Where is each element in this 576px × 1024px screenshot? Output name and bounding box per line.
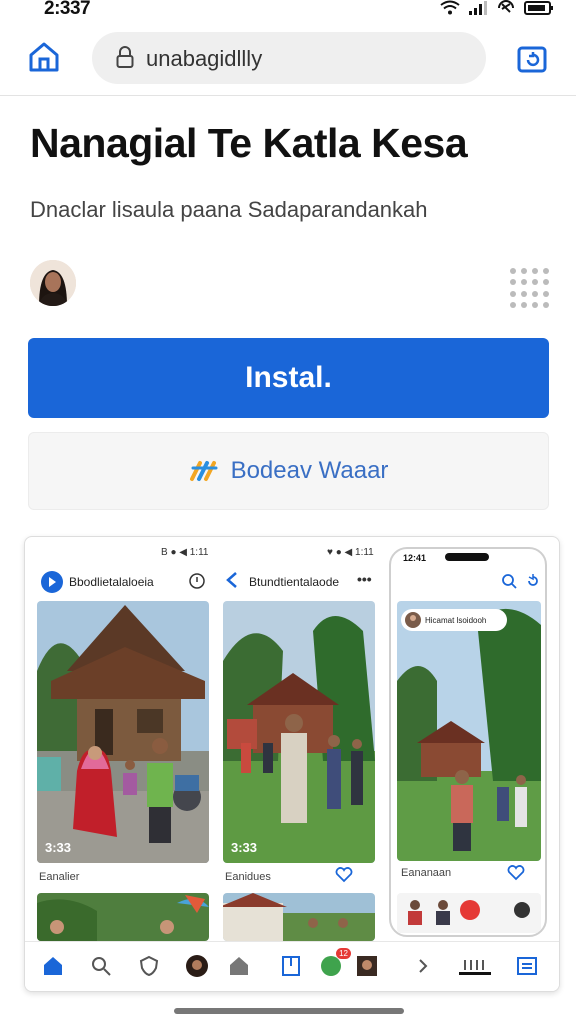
caption-3: Eananaan	[401, 867, 452, 879]
phone-bottom-bar	[397, 893, 541, 933]
status-icons	[440, 0, 554, 16]
preview-bottom-nav: 12	[25, 941, 559, 991]
info-icon[interactable]	[189, 573, 205, 589]
secondary-button-label: Bodeav Waaar	[230, 457, 389, 484]
phone-notch	[445, 553, 489, 561]
app-screenshot-preview[interactable]: B ● ◀ 1:11 Bbodlietalaloeia 3:33 Eanalie…	[24, 536, 560, 992]
home-icon[interactable]	[28, 40, 60, 74]
house-scene-image	[37, 601, 209, 863]
more-icon[interactable]: •••	[357, 571, 372, 587]
phone-shield-icon[interactable]	[513, 901, 531, 919]
refresh-icon[interactable]	[525, 573, 541, 589]
nav-home-outline-icon[interactable]	[227, 954, 251, 978]
url-text: unabagidllly	[146, 46, 263, 71]
mid-panel-title: Btundtientalaode	[249, 575, 340, 589]
more-options-icon[interactable]	[510, 268, 550, 308]
nav-home-icon[interactable]	[41, 954, 65, 978]
back-icon[interactable]	[225, 571, 239, 589]
avatar-portrait	[30, 260, 76, 306]
photo-street-scene[interactable]	[223, 893, 375, 941]
nav-contact-avatar[interactable]	[355, 954, 379, 978]
home-indicator[interactable]	[174, 1008, 404, 1014]
photo-house-scene[interactable]: 3:33	[37, 601, 209, 863]
phone-heart-icon[interactable]	[507, 865, 525, 881]
browser-toolbar: unabagidllly	[0, 22, 576, 96]
app-subtitle: Dnaclar lisaula paana Sadaparandankah	[30, 197, 428, 222]
village-scene-image	[223, 601, 375, 863]
phone-banner[interactable]: Hicamat lsoidooh	[401, 609, 507, 631]
lock-icon	[116, 46, 134, 68]
phone-photo[interactable]: Hicamat lsoidooh	[397, 601, 541, 861]
photo-village-scene[interactable]: 3:33	[223, 601, 375, 863]
phone-record-icon[interactable]	[459, 899, 481, 921]
left-panel-title: Bbodlietalaloeia	[69, 575, 154, 589]
phone-person-icon-2	[436, 900, 450, 925]
tabs-icon[interactable]	[516, 44, 548, 74]
mid-panel-status: ♥ ● ◀ 1:11	[327, 547, 374, 558]
banner-avatar-icon	[405, 612, 421, 628]
status-bar: 2:337	[0, 0, 576, 22]
address-bar[interactable]: unabagidllly	[92, 32, 486, 84]
nav-search-icon[interactable]	[89, 954, 113, 978]
heart-icon[interactable]	[335, 867, 353, 883]
street-scene-image	[223, 893, 375, 941]
phone-mockup: 12:41 Hicamat lsoidooh Eananaan	[389, 547, 547, 937]
phone-banner-text: Hicamat lsoidooh	[425, 615, 487, 625]
app-badge-icon	[41, 571, 63, 593]
battery-icon	[524, 1, 553, 15]
secondary-button[interactable]: Bodeav Waaar	[28, 432, 549, 510]
palm-scene-image	[37, 893, 209, 941]
status-time: 2:337	[44, 0, 91, 19]
nav-shield-icon[interactable]	[137, 954, 161, 978]
nav-progress-icon	[459, 960, 491, 975]
signal-icon	[469, 1, 487, 15]
app-title: Nanagial Te Katla Kesa	[30, 120, 468, 166]
nav-notifications[interactable]: 12	[319, 948, 351, 978]
phone-village-image	[397, 601, 541, 861]
caption-2: Eanidues	[225, 871, 271, 883]
wifi-icon	[440, 0, 460, 15]
nav-chevron-icon[interactable]	[411, 954, 435, 978]
developer-avatar[interactable]	[30, 260, 76, 306]
notification-badge: 12	[336, 948, 351, 959]
video-timecode-1: 3:33	[45, 840, 72, 855]
install-button[interactable]: Instal.	[28, 338, 549, 418]
search-icon[interactable]	[501, 573, 517, 589]
phone-time: 12:41	[403, 553, 427, 563]
app-logo-icon	[189, 461, 218, 481]
left-panel-status: B ● ◀ 1:11	[161, 547, 209, 558]
video-timecode-2: 3:33	[231, 840, 258, 855]
phone-person-icon	[408, 900, 422, 925]
caption-1: Eanalier	[39, 871, 80, 883]
photo-palm-scene[interactable]	[37, 893, 209, 941]
rotation-lock-icon	[498, 0, 514, 13]
nav-menu-icon[interactable]	[515, 954, 539, 978]
nav-profile-avatar[interactable]	[185, 954, 209, 978]
nav-bookmark-icon[interactable]	[279, 954, 303, 978]
